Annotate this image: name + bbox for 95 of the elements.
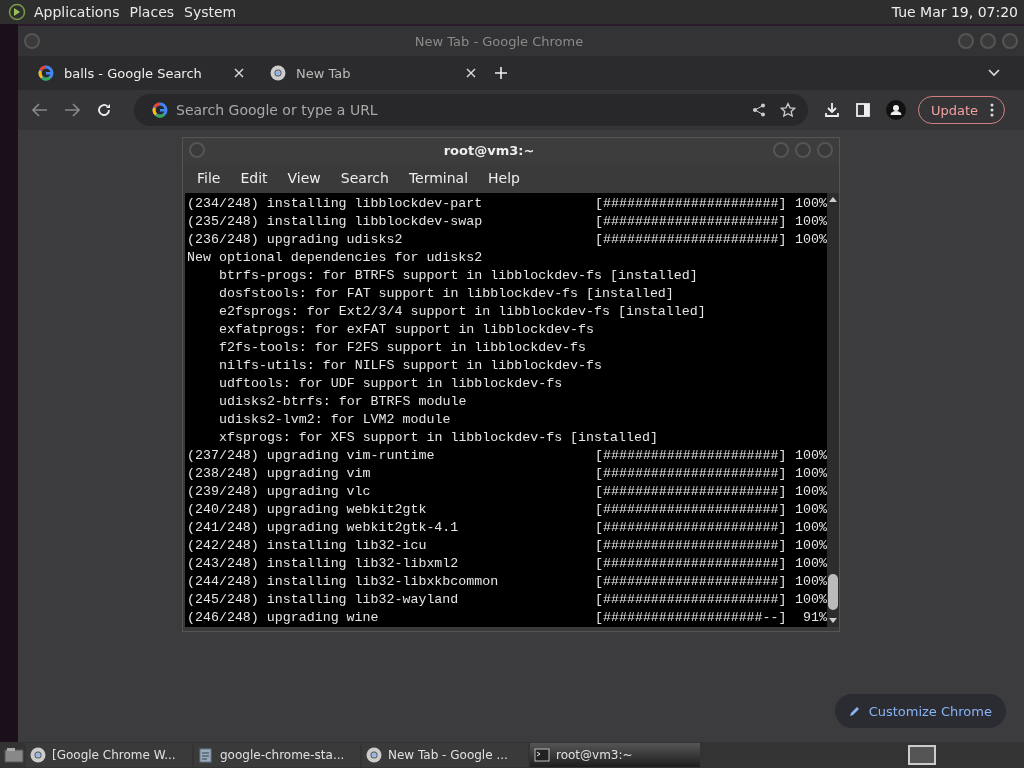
menu-item[interactable]: Edit — [230, 169, 278, 186]
menu-item[interactable]: System — [184, 4, 237, 20]
menu-item[interactable]: Help — [478, 169, 530, 186]
customize-chrome-button[interactable]: Customize Chrome — [834, 694, 1006, 728]
percent-text: 100% — [794, 573, 827, 591]
percent-text: 100% — [794, 447, 827, 465]
menu-item[interactable]: View — [277, 169, 331, 186]
terminal-line: New optional dependencies for udisks2 — [187, 249, 483, 267]
reload-icon[interactable] — [96, 102, 112, 118]
profile-icon[interactable] — [886, 100, 906, 120]
progress-text: [######################] — [595, 501, 787, 519]
scrollbar-thumb[interactable] — [828, 574, 838, 610]
close-icon[interactable] — [466, 68, 476, 78]
percent-text: 91% — [802, 609, 827, 627]
terminal-line: (244/248) installing lib32-libxkbcommon — [187, 573, 500, 591]
forward-arrow-icon[interactable] — [64, 103, 80, 117]
progress-text: [######################] — [595, 537, 787, 555]
progress-text: [######################] — [595, 555, 787, 573]
scrollbar[interactable] — [827, 193, 839, 627]
percent-text: 100% — [794, 483, 827, 501]
terminal-line: (246/248) upgrading wine — [187, 609, 380, 627]
clock: Tue Mar 19, 07:20 — [891, 4, 1018, 20]
progress-text: [######################] — [595, 231, 787, 249]
progress-text: [######################] — [595, 447, 787, 465]
download-icon[interactable] — [824, 102, 840, 118]
progress-text: [######################] — [595, 573, 787, 591]
terminal-icon — [534, 747, 550, 763]
google-icon — [152, 102, 168, 118]
chrome-icon — [30, 747, 46, 763]
terminal-line: (238/248) upgrading vim — [187, 465, 372, 483]
terminal-line: nilfs-utils: for NILFS support in libblockdev-fs — [219, 357, 602, 375]
taskbar-button[interactable]: [Google Chrome W... — [26, 743, 192, 767]
terminal-line: (239/248) upgrading vlc — [187, 483, 372, 501]
chevron-down-icon[interactable] — [988, 69, 1000, 77]
menu-item[interactable]: Places — [129, 4, 175, 20]
taskbar-button[interactable]: root@vm3:~ — [530, 743, 700, 767]
terminal-line: xfsprogs: for XFS support in libblockdev-fs [installed] — [219, 429, 658, 447]
address-field[interactable]: Search Google or type a URL — [176, 102, 476, 118]
terminal-line: (243/248) installing lib32-libxml2 — [187, 555, 460, 573]
menu-item[interactable]: Search — [330, 169, 399, 186]
progress-text: [######################] — [595, 213, 787, 231]
google-icon — [38, 65, 54, 81]
window-title: root@vm3:~ — [442, 142, 536, 158]
progress-text: [######################] — [595, 465, 787, 483]
percent-text: 100% — [794, 195, 827, 213]
close-icon[interactable] — [234, 68, 244, 78]
star-icon[interactable] — [780, 102, 796, 118]
taskbar-button[interactable]: New Tab - Google ... — [362, 743, 528, 767]
percent-text: 100% — [794, 465, 827, 483]
menu-item[interactable]: Applications — [34, 4, 120, 20]
percent-text: 100% — [794, 537, 827, 555]
terminal-line: f2fs-tools: for F2FS support in libblockdev-fs — [219, 339, 587, 357]
terminal-line: udftools: for UDF support in libblockdev-fs — [219, 375, 563, 393]
terminal-line: (240/248) upgrading webkit2gtk — [187, 501, 428, 519]
progress-text: [######################] — [595, 519, 787, 537]
workspace-switcher[interactable] — [908, 745, 936, 765]
terminal-line: (237/248) upgrading vim-runtime — [187, 447, 436, 465]
percent-text: 100% — [794, 213, 827, 231]
terminal-line: (241/248) upgrading webkit2gtk-4.1 — [187, 519, 460, 537]
terminal-line: exfatprogs: for exFAT support in libblockdev-fs — [219, 321, 595, 339]
distro-logo-icon — [8, 3, 26, 21]
terminal-line: (236/248) upgrading udisks2 — [187, 231, 404, 249]
progress-text: [######################] — [595, 591, 787, 609]
terminal-line: udisks2-btrfs: for BTRFS module — [219, 393, 467, 411]
side-panel-icon[interactable] — [856, 103, 870, 117]
terminal-line: udisks2-lvm2: for LVM2 module — [219, 411, 451, 429]
scroll-up-icon[interactable] — [829, 196, 837, 202]
terminal-line: (234/248) installing libblockdev-part — [187, 195, 484, 213]
window-title: New Tab - Google Chrome — [413, 33, 585, 49]
percent-text: 100% — [794, 555, 827, 573]
scroll-down-icon[interactable] — [829, 618, 837, 624]
share-icon[interactable] — [752, 103, 766, 117]
percent-text: 100% — [794, 591, 827, 609]
plus-icon[interactable] — [494, 66, 508, 80]
percent-text: 100% — [794, 519, 827, 537]
progress-text: [######################] — [595, 483, 787, 501]
percent-text: 100% — [794, 231, 827, 249]
chrome-icon — [270, 65, 286, 81]
terminal-line: dosfstools: for FAT support in libblockdev-fs [installed] — [219, 285, 674, 303]
pencil-icon — [848, 705, 861, 717]
terminal-line: btrfs-progs: for BTRFS support in libblockdev-fs [installed] — [219, 267, 698, 285]
more-icon[interactable] — [990, 103, 995, 117]
terminal-line: (242/248) installing lib32-icu — [187, 537, 428, 555]
menu-item[interactable]: File — [187, 169, 231, 186]
progress-text: [######################] — [595, 195, 787, 213]
back-arrow-icon[interactable] — [32, 103, 48, 117]
terminal-line: e2fsprogs: for Ext2/3/4 support in libblockdev-fs [installed] — [219, 303, 706, 321]
percent-text: 100% — [794, 501, 827, 519]
taskbar-button[interactable]: google-chrome-sta... — [194, 743, 360, 767]
document-icon — [198, 747, 214, 763]
chrome-icon — [366, 747, 382, 763]
progress-text: [####################--] — [595, 609, 787, 627]
terminal-line: (235/248) installing libblockdev-swap — [187, 213, 484, 231]
menu-item[interactable]: Terminal — [398, 169, 479, 186]
terminal-line: (245/248) installing lib32-wayland — [187, 591, 460, 609]
